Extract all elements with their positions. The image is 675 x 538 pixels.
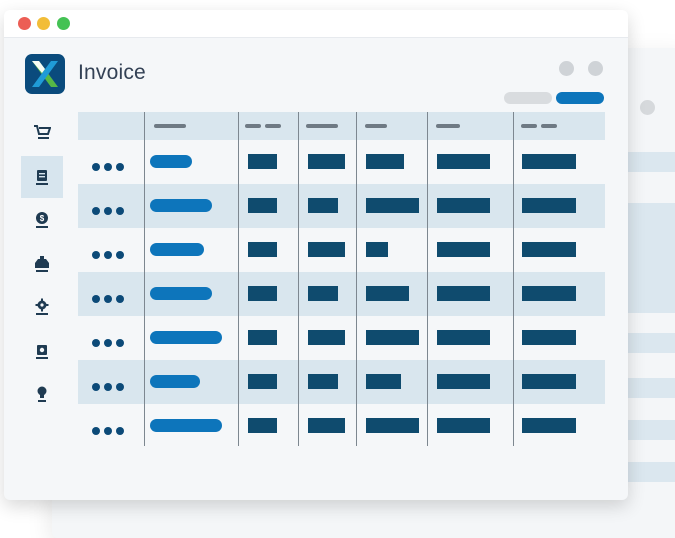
- table-cell: [366, 198, 419, 213]
- table-cell: [437, 242, 490, 257]
- column-header[interactable]: [521, 124, 537, 128]
- table-cell: [522, 374, 576, 389]
- table-row[interactable]: [78, 316, 605, 360]
- table-cell: [522, 242, 576, 257]
- table-cell: [522, 330, 576, 345]
- column-divider: [298, 112, 299, 446]
- invoice-icon: [36, 170, 48, 185]
- table-cell: [366, 330, 419, 345]
- row-name-pill: [150, 287, 212, 300]
- cart-icon: [34, 125, 51, 139]
- table-cell: [366, 154, 404, 169]
- row-menu-icon[interactable]: [92, 334, 128, 352]
- maximize-window-button[interactable]: [57, 17, 70, 30]
- table-cell: [366, 242, 388, 257]
- close-window-button[interactable]: [18, 17, 31, 30]
- column-divider: [427, 112, 428, 446]
- row-name-pill: [150, 199, 212, 212]
- background-window-control: [640, 100, 655, 115]
- column-header[interactable]: [265, 124, 281, 128]
- primary-action-button[interactable]: [556, 92, 604, 104]
- table-cell: [437, 286, 490, 301]
- sidebar-item-settings[interactable]: [21, 286, 63, 328]
- table-row[interactable]: [78, 272, 605, 316]
- column-header[interactable]: [541, 124, 557, 128]
- table-cell: [437, 374, 490, 389]
- row-menu-icon[interactable]: [92, 422, 128, 440]
- table-cell: [366, 418, 419, 433]
- table-cell: [308, 418, 345, 433]
- column-header[interactable]: [245, 124, 261, 128]
- x-logo-icon: [32, 61, 58, 87]
- lightbulb-icon: [37, 386, 47, 402]
- table-cell: [522, 286, 576, 301]
- table-cell: [248, 374, 277, 389]
- sidebar-item-inbox[interactable]: [21, 243, 63, 285]
- table-cell: [308, 154, 345, 169]
- app-window: Invoice $: [4, 10, 628, 500]
- column-header[interactable]: [365, 124, 387, 128]
- row-name-pill: [150, 419, 222, 432]
- table-row[interactable]: [78, 184, 605, 228]
- sidebar-item-payments[interactable]: $: [21, 199, 63, 241]
- table-cell: [437, 418, 490, 433]
- row-name-pill: [150, 155, 192, 168]
- table-row[interactable]: [78, 404, 605, 448]
- table-cell: [248, 198, 277, 213]
- table-cell: [308, 242, 345, 257]
- app-logo: [25, 54, 65, 94]
- window-control-button[interactable]: [559, 61, 574, 76]
- table-cell: [437, 330, 490, 345]
- svg-text:$: $: [40, 214, 45, 223]
- table-cell: [248, 154, 277, 169]
- table-cell: [437, 154, 490, 169]
- table-cell: [248, 330, 277, 345]
- row-menu-icon[interactable]: [92, 202, 128, 220]
- table-header: [78, 112, 605, 140]
- gear-icon: [35, 298, 49, 315]
- table-cell: [248, 286, 277, 301]
- row-name-pill: [150, 375, 200, 388]
- secondary-action-button[interactable]: [504, 92, 552, 104]
- table-cell: [308, 286, 338, 301]
- column-divider: [238, 112, 239, 446]
- sidebar-item-ideas[interactable]: [21, 373, 63, 415]
- sidebar-item-invoice[interactable]: [21, 156, 63, 198]
- table-cell: [522, 154, 576, 169]
- table-cell: [437, 198, 490, 213]
- title-bar: [4, 10, 628, 38]
- column-divider: [144, 112, 145, 446]
- table-row[interactable]: [78, 140, 605, 184]
- row-menu-icon[interactable]: [92, 290, 128, 308]
- inbox-tray-icon: [35, 256, 49, 272]
- table-cell: [308, 330, 345, 345]
- table-cell: [366, 286, 409, 301]
- column-header[interactable]: [436, 124, 460, 128]
- table-cell: [248, 242, 277, 257]
- table-cell: [366, 374, 401, 389]
- table-cell: [248, 418, 277, 433]
- table-cell: [522, 418, 576, 433]
- minimize-window-button[interactable]: [37, 17, 50, 30]
- row-menu-icon[interactable]: [92, 378, 128, 396]
- app-title: Invoice: [78, 61, 146, 84]
- table-row[interactable]: [78, 360, 605, 404]
- dollar-coin-icon: $: [36, 212, 48, 228]
- table-cell: [308, 374, 338, 389]
- sidebar-item-print[interactable]: [21, 330, 63, 372]
- table-cell: [522, 198, 576, 213]
- window-control-button[interactable]: [588, 61, 603, 76]
- printer-icon: [36, 345, 48, 359]
- row-menu-icon[interactable]: [92, 246, 128, 264]
- column-divider: [513, 112, 514, 446]
- column-divider: [356, 112, 357, 446]
- sidebar-item-cart[interactable]: [21, 111, 63, 153]
- column-header[interactable]: [306, 124, 338, 128]
- table-row[interactable]: [78, 228, 605, 272]
- table-cell: [308, 198, 338, 213]
- column-header[interactable]: [154, 124, 186, 128]
- row-name-pill: [150, 243, 204, 256]
- row-name-pill: [150, 331, 222, 344]
- row-menu-icon[interactable]: [92, 158, 128, 176]
